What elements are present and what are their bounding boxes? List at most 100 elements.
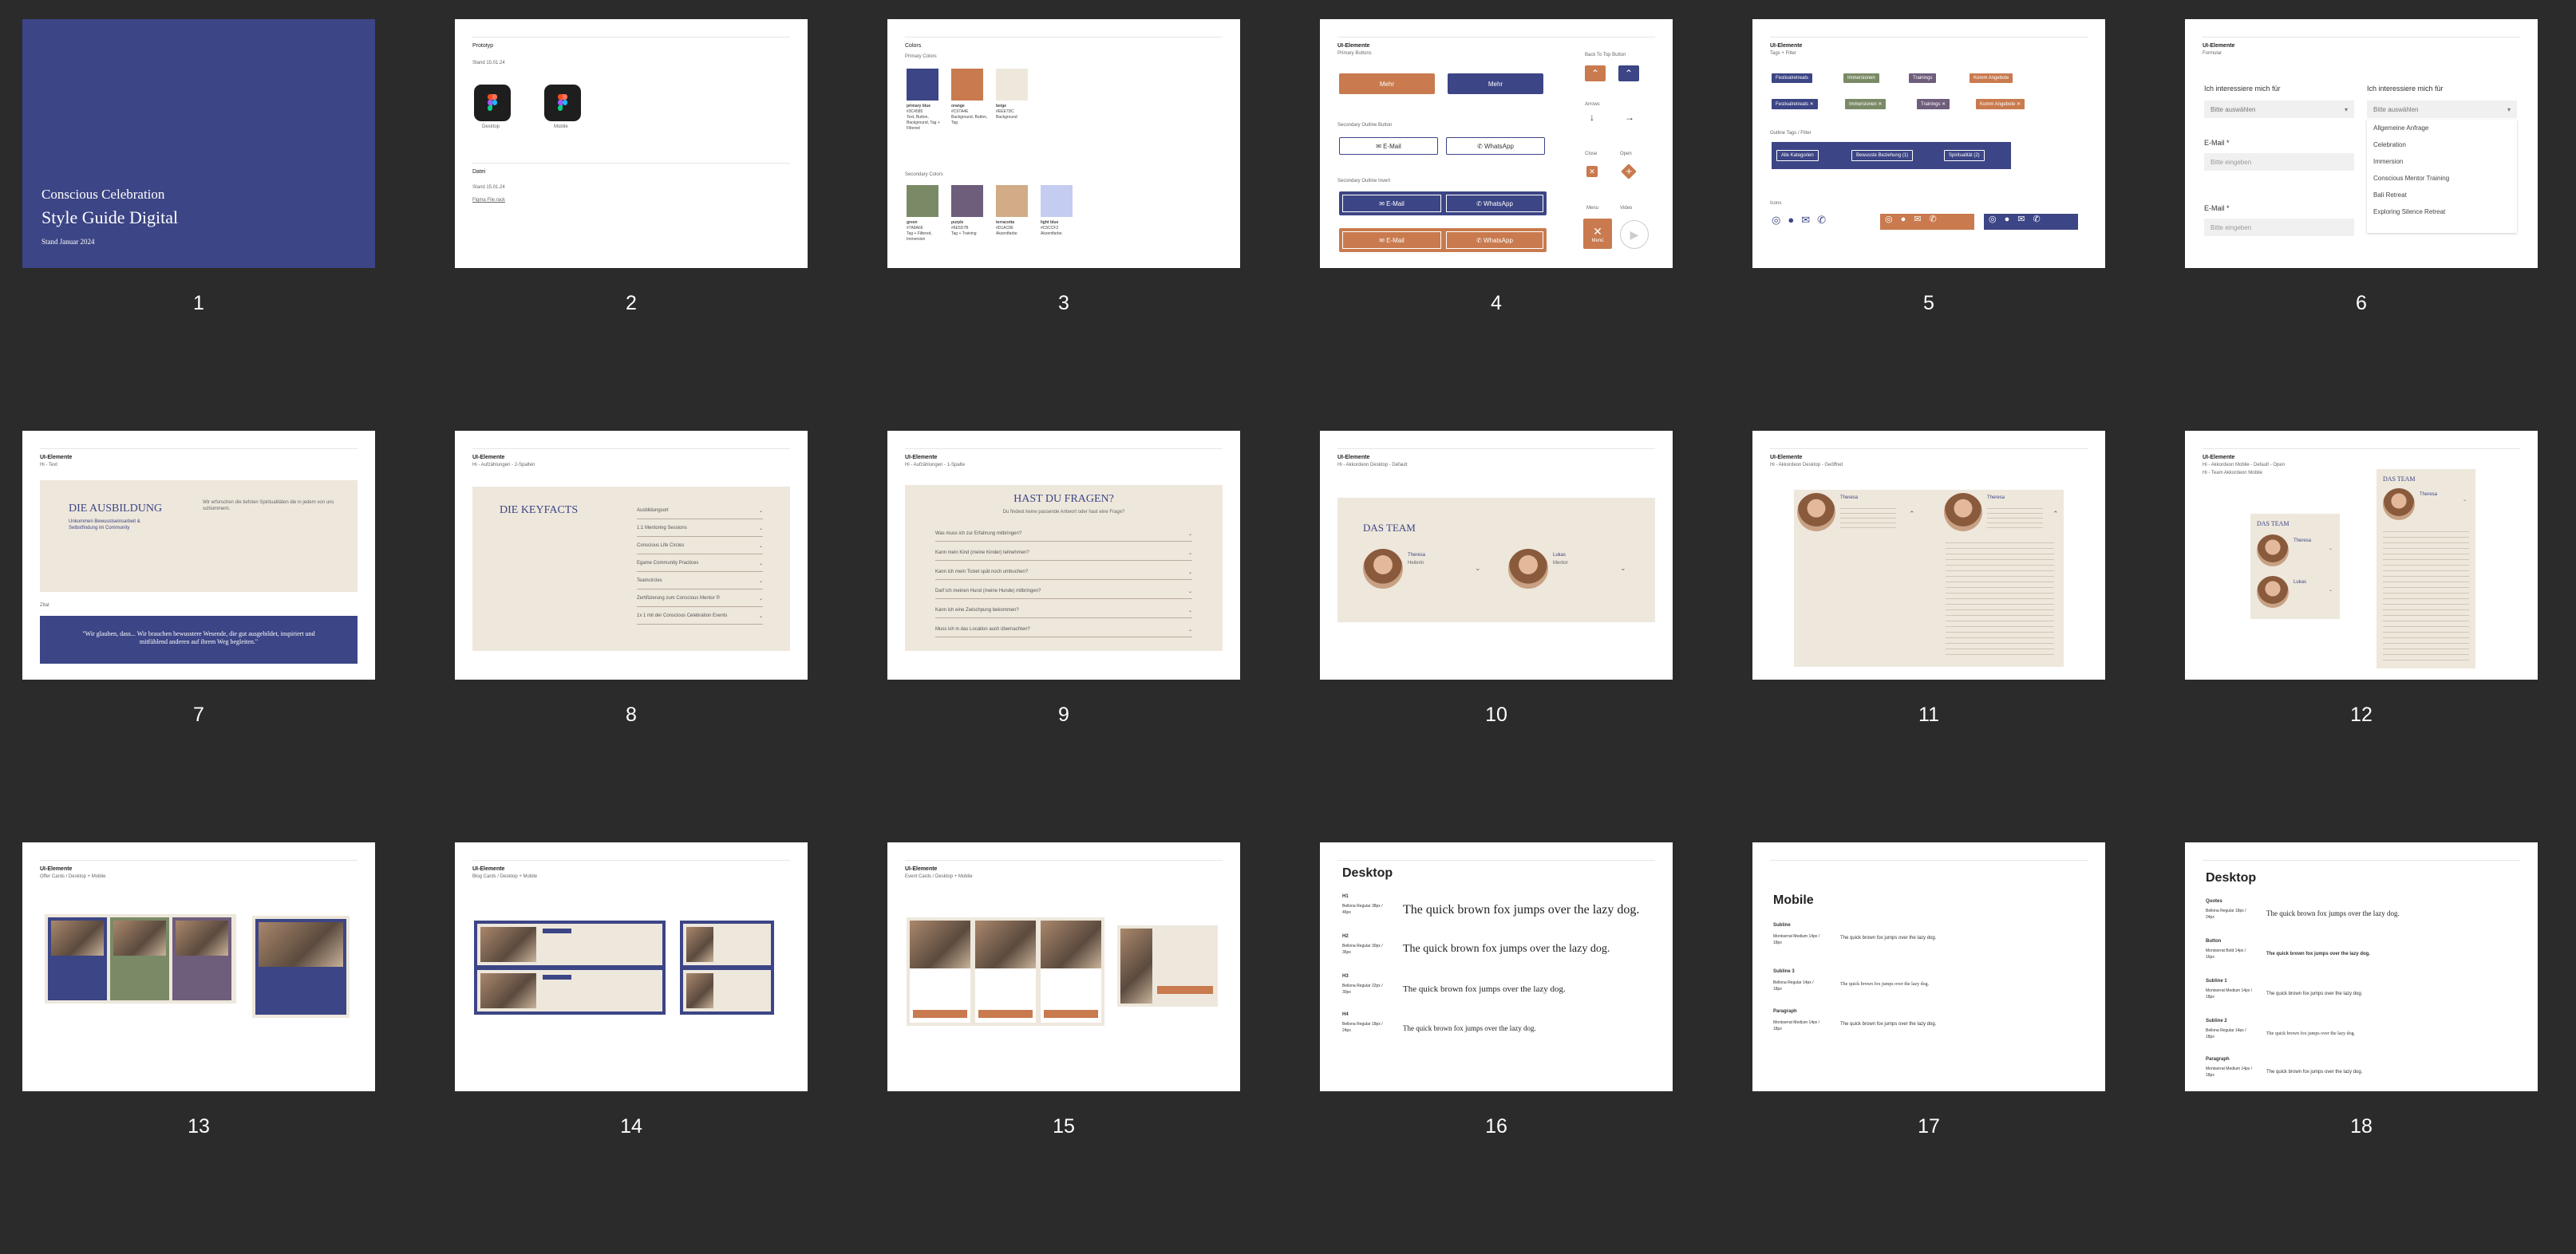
option-exploring-silence[interactable]: Exploring Silence Retreat — [2367, 203, 2517, 220]
slide-8[interactable]: UI-Elemente Hi - Aufzählungen - 2-Spalte… — [455, 431, 808, 726]
email-icon[interactable]: ✉ — [1914, 215, 1929, 224]
slide-4[interactable]: UI-Elemente Primary Buttons Mehr Mehr Se… — [1320, 19, 1673, 314]
tag-festivalretreats[interactable]: Festivalretreats — [1772, 73, 1813, 83]
blog-card[interactable] — [477, 924, 662, 965]
slide-2-thumbnail[interactable]: Prototyp Stand 15.01.24 Desktop Mobile D… — [455, 19, 808, 268]
keyfact-row[interactable]: Teamcircles ⌄ — [637, 573, 763, 590]
close-icon[interactable]: ✕ — [1586, 166, 1598, 177]
slide-17-thumbnail[interactable]: Mobile Subline Montserrat Medium 14px / … — [1752, 842, 2105, 1091]
whatsapp-icon[interactable]: ✆ — [2033, 215, 2048, 224]
email-orange-button[interactable]: ✉ E-Mail — [1342, 231, 1441, 249]
offer-card[interactable] — [172, 917, 231, 1000]
slide-6[interactable]: UI-Elemente Formular Ich interessiere mi… — [2185, 19, 2538, 314]
keyfact-row[interactable]: 1:1 Mentoring Sessions ⌄ — [637, 520, 763, 537]
slide-18[interactable]: Desktop Quotes Bellona Regular 18px / 24… — [2185, 842, 2538, 1138]
slide-4-thumbnail[interactable]: UI-Elemente Primary Buttons Mehr Mehr Se… — [1320, 19, 1673, 268]
slide-9[interactable]: UI-Elemente Hi - Aufzählungen - 1-Spalte… — [887, 431, 1240, 726]
facebook-icon[interactable]: ● — [1788, 214, 1801, 226]
arrow-right-icon[interactable]: → — [1625, 112, 1634, 123]
open-icon[interactable]: ✕ — [1621, 164, 1637, 179]
whatsapp-outline-button[interactable]: ✆ WhatsApp — [1446, 137, 1545, 155]
back-to-top-navy-icon[interactable]: ⌃ — [1618, 65, 1639, 81]
email-icon[interactable]: ✉ — [2017, 215, 2033, 224]
keyfact-row[interactable]: Ausbildungsort ⌄ — [637, 503, 763, 519]
whatsapp-invert-button[interactable]: ✆ WhatsApp — [1446, 195, 1543, 212]
slide-7-thumbnail[interactable]: UI-Elemente Hi - Text DIE AUSBILDUNG Unk… — [22, 431, 375, 680]
faq-row[interactable]: Kann ich mein Ticket spät noch umbuchen?… — [935, 565, 1192, 580]
facebook-icon[interactable]: ● — [2005, 215, 2018, 224]
tag-komm-angebote-active[interactable]: Komm Angebote ✕ — [1976, 99, 2025, 109]
video-play-icon[interactable]: ▶ — [1620, 220, 1649, 249]
facebook-icon[interactable]: ● — [1901, 215, 1914, 224]
slide-10-thumbnail[interactable]: UI-Elemente Hi - Akkordeon Desktop - Def… — [1320, 431, 1673, 680]
slide-15-thumbnail[interactable]: UI-Elemente Event Cards / Desktop + Mobi… — [887, 842, 1240, 1091]
faq-row[interactable]: Kann mein Kind (meine Kinder) teilnehmen… — [935, 546, 1192, 561]
keyfact-row[interactable]: Egame Community Practices ⌄ — [637, 555, 763, 572]
event-card[interactable] — [975, 921, 1036, 1023]
slide-3-thumbnail[interactable]: Colors Primary Colors primary blue #3C458… — [887, 19, 1240, 268]
whatsapp-icon[interactable]: ✆ — [1929, 215, 1944, 224]
slide-16[interactable]: Desktop H1 Bellona Regular 38px / 46px T… — [1320, 842, 1673, 1138]
slide-3[interactable]: Colors Primary Colors primary blue #3C458… — [887, 19, 1240, 314]
whatsapp-icon[interactable]: ✆ — [1817, 214, 1833, 226]
slide-10[interactable]: UI-Elemente Hi - Akkordeon Desktop - Def… — [1320, 431, 1673, 726]
option-allgemeine-anfrage[interactable]: Allgemeine Anfrage — [2367, 120, 2517, 136]
slide-13-thumbnail[interactable]: UI-Elemente Offer Cards / Desktop + Mobi… — [22, 842, 375, 1091]
event-card-button[interactable] — [1044, 1010, 1098, 1018]
slide-12[interactable]: UI-Elemente Hi - Akkordeon Mobile - Defa… — [2185, 431, 2538, 726]
faq-row[interactable]: Darf ich meinen Hund (meine Hunde) mitbr… — [935, 584, 1192, 599]
slide-1[interactable]: Conscious Celebration Style Guide Digita… — [22, 19, 375, 314]
event-card-button[interactable] — [1157, 986, 1213, 994]
arrow-down-icon[interactable]: ↓ — [1590, 112, 1594, 123]
keyfact-row[interactable]: 1x 1 mit der Conscious Celebration Event… — [637, 608, 763, 625]
slide-18-thumbnail[interactable]: Desktop Quotes Bellona Regular 18px / 24… — [2185, 842, 2538, 1091]
chevron-up-icon[interactable]: ⌃ — [1909, 511, 1915, 518]
blog-card[interactable] — [477, 970, 662, 1011]
slide-6-thumbnail[interactable]: UI-Elemente Formular Ich interessiere mi… — [2185, 19, 2538, 268]
filter-bewusste-beziehung[interactable]: Bewusste Beziehung (1) — [1851, 150, 1914, 161]
slide-12-thumbnail[interactable]: UI-Elemente Hi - Akkordeon Mobile - Defa… — [2185, 431, 2538, 680]
faq-row[interactable]: Muss ich in das Location auch übernachte… — [935, 622, 1192, 637]
interest-select[interactable]: Bitte auswählen ▾ — [2204, 101, 2354, 118]
chevron-up-icon[interactable]: ⌃ — [2053, 511, 2059, 518]
blog-card[interactable] — [683, 924, 771, 965]
event-card-mobile[interactable] — [1117, 925, 1218, 1007]
option-mentor-training[interactable]: Conscious Mentor Training — [2367, 170, 2517, 187]
tag-festivalretreats-active[interactable]: Festivalretreats ✕ — [1772, 99, 1818, 109]
whatsapp-orange-button[interactable]: ✆ WhatsApp — [1446, 231, 1543, 249]
offer-card-mobile[interactable] — [252, 916, 350, 1018]
email-invert-button[interactable]: ✉ E-Mail — [1342, 195, 1441, 212]
chevron-down-icon[interactable]: ⌄ — [1620, 565, 1626, 572]
slide-2[interactable]: Prototyp Stand 15.01.24 Desktop Mobile D… — [455, 19, 808, 314]
chevron-up-icon[interactable]: ⌃ — [2463, 499, 2467, 506]
keyfact-row[interactable]: Zertifizierung zum Conscious Mentor ® ⌄ — [637, 590, 763, 607]
menu-button[interactable]: ✕ Menü — [1583, 219, 1612, 249]
figma-desktop-icon[interactable] — [474, 85, 511, 121]
slide-11-thumbnail[interactable]: UI-Elemente Hi - Akkordeon Desktop - Geö… — [1752, 431, 2105, 680]
event-card[interactable] — [910, 921, 970, 1023]
email-icon[interactable]: ✉ — [1801, 214, 1817, 226]
back-to-top-orange-icon[interactable]: ⌃ — [1585, 65, 1606, 81]
event-card[interactable] — [1041, 921, 1101, 1023]
option-bali-retreat[interactable]: Bali Retreat — [2367, 187, 2517, 203]
figma-mobile-icon[interactable] — [544, 85, 581, 121]
option-celebration[interactable]: Celebration — [2367, 136, 2517, 153]
more-button-orange[interactable]: Mehr — [1339, 73, 1435, 94]
slide-8-thumbnail[interactable]: UI-Elemente Hi - Aufzählungen - 2-Spalte… — [455, 431, 808, 680]
tag-immersionen-active[interactable]: Immersionen ✕ — [1845, 99, 1887, 109]
slide-15[interactable]: UI-Elemente Event Cards / Desktop + Mobi… — [887, 842, 1240, 1138]
email-outline-button[interactable]: ✉ E-Mail — [1339, 137, 1438, 155]
slide-7[interactable]: UI-Elemente Hi - Text DIE AUSBILDUNG Unk… — [22, 431, 375, 726]
event-card-button[interactable] — [913, 1010, 967, 1018]
slide-14[interactable]: UI-Elemente Blog Cards / Desktop + Mobil… — [455, 842, 808, 1138]
tag-immersionen[interactable]: Immersionen — [1843, 73, 1879, 83]
slide-5[interactable]: UI-Elemente Tags + Filter Festivalretrea… — [1752, 19, 2105, 314]
chevron-down-icon[interactable]: ⌄ — [1475, 565, 1481, 572]
blog-card[interactable] — [683, 970, 771, 1011]
instagram-icon[interactable]: ◎ — [1772, 214, 1788, 226]
tag-komm-angebote[interactable]: Komm Angebote — [1970, 73, 2013, 83]
email-input-2[interactable]: Bitte eingeben — [2204, 219, 2354, 236]
faq-row[interactable]: Was muss ich zur Erfahrung mitbringen? ⌄ — [935, 526, 1192, 542]
instagram-icon[interactable]: ◎ — [1885, 215, 1901, 224]
instagram-icon[interactable]: ◎ — [1989, 215, 2005, 224]
